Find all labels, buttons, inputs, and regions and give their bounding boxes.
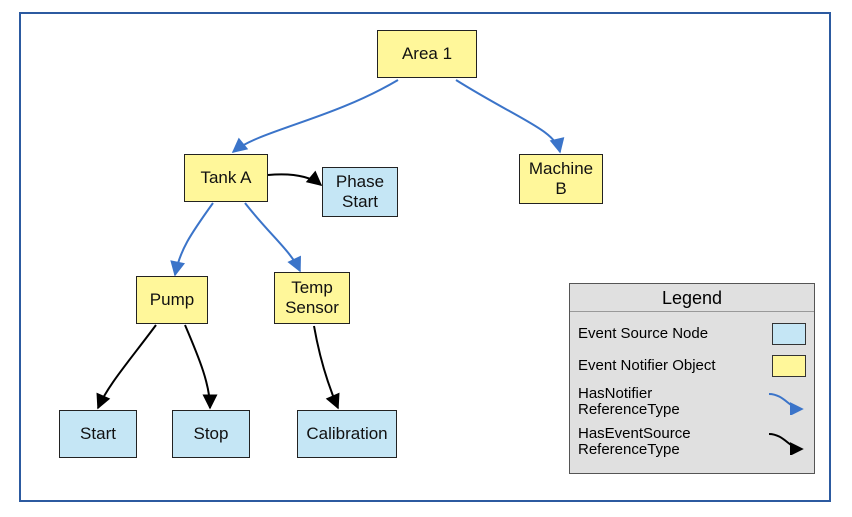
legend-swatch-yellow-icon <box>772 355 806 377</box>
node-label: Temp Sensor <box>279 278 345 317</box>
node-label: Start <box>80 424 116 444</box>
node-temp-sensor: Temp Sensor <box>274 272 350 324</box>
legend-row-has-notifier: HasNotifier ReferenceType <box>570 382 814 422</box>
legend-title: Legend <box>570 284 814 312</box>
node-machine-b: Machine B <box>519 154 603 204</box>
legend-swatch-blue-icon <box>772 323 806 345</box>
legend-curve-black-icon <box>766 429 806 455</box>
legend-label: HasNotifier ReferenceType <box>578 386 766 419</box>
legend-label: Event Source Node <box>578 326 772 343</box>
node-label: Machine B <box>524 159 598 198</box>
legend-label: Event Notifier Object <box>578 358 772 375</box>
node-label: Area 1 <box>402 44 452 64</box>
node-label: Calibration <box>306 424 387 444</box>
legend-curve-blue-icon <box>766 389 806 415</box>
node-start: Start <box>59 410 137 458</box>
node-label: Pump <box>150 290 194 310</box>
legend-row-event-source: Event Source Node <box>570 318 814 350</box>
legend-label: HasEventSource ReferenceType <box>578 426 766 459</box>
node-stop: Stop <box>172 410 250 458</box>
node-phase-start: Phase Start <box>322 167 398 217</box>
legend-row-has-event-source: HasEventSource ReferenceType <box>570 422 814 462</box>
node-label: Tank A <box>200 168 251 188</box>
node-area1: Area 1 <box>377 30 477 78</box>
node-label: Stop <box>194 424 229 444</box>
node-calibration: Calibration <box>297 410 397 458</box>
node-pump: Pump <box>136 276 208 324</box>
node-label: Phase Start <box>327 172 393 211</box>
diagram-canvas: Area 1 Tank A Machine B Phase Start Pump… <box>0 0 852 517</box>
legend-row-event-notifier: Event Notifier Object <box>570 350 814 382</box>
node-tank-a: Tank A <box>184 154 268 202</box>
legend: Legend Event Source Node Event Notifier … <box>569 283 815 474</box>
